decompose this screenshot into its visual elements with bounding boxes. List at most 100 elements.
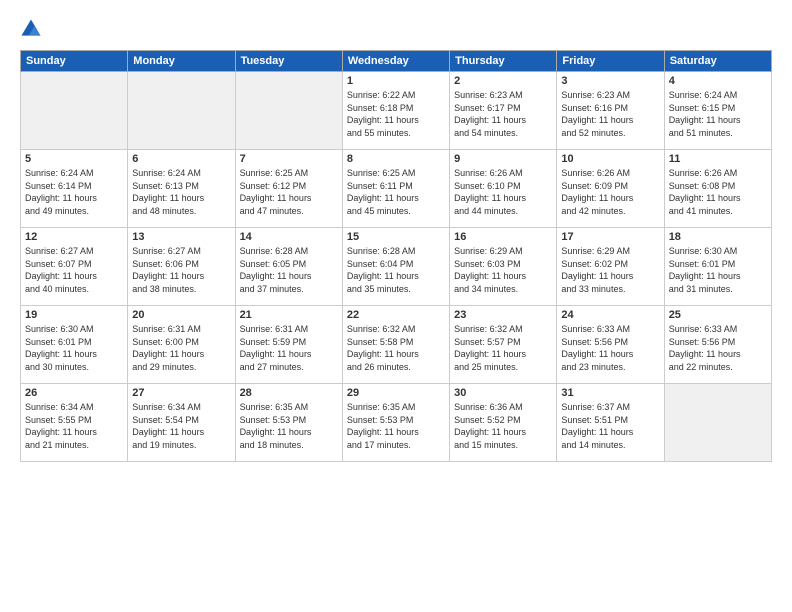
day-number: 15 xyxy=(347,231,445,243)
day-number: 18 xyxy=(669,231,767,243)
day-number: 23 xyxy=(454,309,552,321)
day-number: 30 xyxy=(454,387,552,399)
day-number: 1 xyxy=(347,75,445,87)
day-number: 12 xyxy=(25,231,123,243)
day-number: 7 xyxy=(240,153,338,165)
day-number: 27 xyxy=(132,387,230,399)
day-number: 25 xyxy=(669,309,767,321)
day-number: 2 xyxy=(454,75,552,87)
table-row: 2 Sunrise: 6:23 AM Sunset: 6:17 PM Daylig… xyxy=(450,72,557,150)
table-row: 16 Sunrise: 6:29 AM Sunset: 6:03 PM Dayli… xyxy=(450,228,557,306)
cell-info: Sunrise: 6:26 AM Sunset: 6:10 PM Dayligh… xyxy=(454,167,552,217)
calendar-header-row: Sunday Monday Tuesday Wednesday Thursday… xyxy=(21,51,772,72)
table-row: 24 Sunrise: 6:33 AM Sunset: 5:56 PM Dayli… xyxy=(557,306,664,384)
cell-info: Sunrise: 6:35 AM Sunset: 5:53 PM Dayligh… xyxy=(347,401,445,451)
table-row: 13 Sunrise: 6:27 AM Sunset: 6:06 PM Dayli… xyxy=(128,228,235,306)
table-row: 20 Sunrise: 6:31 AM Sunset: 6:00 PM Dayli… xyxy=(128,306,235,384)
table-row: 7 Sunrise: 6:25 AM Sunset: 6:12 PM Daylig… xyxy=(235,150,342,228)
cell-info: Sunrise: 6:28 AM Sunset: 6:05 PM Dayligh… xyxy=(240,245,338,295)
day-number: 29 xyxy=(347,387,445,399)
cell-info: Sunrise: 6:26 AM Sunset: 6:08 PM Dayligh… xyxy=(669,167,767,217)
table-row: 29 Sunrise: 6:35 AM Sunset: 5:53 PM Dayli… xyxy=(342,384,449,462)
table-row: 31Sunrise: 6:37 AM Sunset: 5:51 PM Dayli… xyxy=(557,384,664,462)
cell-info: Sunrise: 6:30 AM Sunset: 6:01 PM Dayligh… xyxy=(669,245,767,295)
calendar-week-row: 1 Sunrise: 6:22 AM Sunset: 6:18 PM Daylig… xyxy=(21,72,772,150)
cell-info: Sunrise: 6:36 AM Sunset: 5:52 PM Dayligh… xyxy=(454,401,552,451)
calendar-table: Sunday Monday Tuesday Wednesday Thursday… xyxy=(20,50,772,462)
table-row: 18 Sunrise: 6:30 AM Sunset: 6:01 PM Dayli… xyxy=(664,228,771,306)
cell-info: Sunrise: 6:29 AM Sunset: 6:03 PM Dayligh… xyxy=(454,245,552,295)
cell-info: Sunrise: 6:25 AM Sunset: 6:12 PM Dayligh… xyxy=(240,167,338,217)
calendar-week-row: 5Sunrise: 6:24 AM Sunset: 6:14 PM Daylig… xyxy=(21,150,772,228)
table-row: 4 Sunrise: 6:24 AM Sunset: 6:15 PM Daylig… xyxy=(664,72,771,150)
cell-info: Sunrise: 6:31 AM Sunset: 6:00 PM Dayligh… xyxy=(132,323,230,373)
col-wednesday: Wednesday xyxy=(342,51,449,72)
cell-info: Sunrise: 6:30 AM Sunset: 6:01 PM Dayligh… xyxy=(25,323,123,373)
cell-info: Sunrise: 6:34 AM Sunset: 5:55 PM Dayligh… xyxy=(25,401,123,451)
col-tuesday: Tuesday xyxy=(235,51,342,72)
day-number: 22 xyxy=(347,309,445,321)
table-row xyxy=(235,72,342,150)
table-row: 3 Sunrise: 6:23 AM Sunset: 6:16 PM Daylig… xyxy=(557,72,664,150)
table-row xyxy=(664,384,771,462)
table-row: 21 Sunrise: 6:31 AM Sunset: 5:59 PM Dayli… xyxy=(235,306,342,384)
cell-info: Sunrise: 6:24 AM Sunset: 6:14 PM Dayligh… xyxy=(25,167,123,217)
table-row: 14 Sunrise: 6:28 AM Sunset: 6:05 PM Dayli… xyxy=(235,228,342,306)
cell-info: Sunrise: 6:27 AM Sunset: 6:07 PM Dayligh… xyxy=(25,245,123,295)
col-monday: Monday xyxy=(128,51,235,72)
cell-info: Sunrise: 6:28 AM Sunset: 6:04 PM Dayligh… xyxy=(347,245,445,295)
cell-info: Sunrise: 6:35 AM Sunset: 5:53 PM Dayligh… xyxy=(240,401,338,451)
day-number: 3 xyxy=(561,75,659,87)
table-row: 15 Sunrise: 6:28 AM Sunset: 6:04 PM Dayli… xyxy=(342,228,449,306)
table-row xyxy=(128,72,235,150)
day-number: 21 xyxy=(240,309,338,321)
cell-info: Sunrise: 6:23 AM Sunset: 6:16 PM Dayligh… xyxy=(561,89,659,139)
day-number: 14 xyxy=(240,231,338,243)
day-number: 20 xyxy=(132,309,230,321)
day-number: 31 xyxy=(561,387,659,399)
cell-info: Sunrise: 6:26 AM Sunset: 6:09 PM Dayligh… xyxy=(561,167,659,217)
cell-info: Sunrise: 6:24 AM Sunset: 6:13 PM Dayligh… xyxy=(132,167,230,217)
table-row: 9Sunrise: 6:26 AM Sunset: 6:10 PM Daylig… xyxy=(450,150,557,228)
table-row: 6 Sunrise: 6:24 AM Sunset: 6:13 PM Daylig… xyxy=(128,150,235,228)
col-saturday: Saturday xyxy=(664,51,771,72)
table-row: 22Sunrise: 6:32 AM Sunset: 5:58 PM Dayli… xyxy=(342,306,449,384)
cell-info: Sunrise: 6:24 AM Sunset: 6:15 PM Dayligh… xyxy=(669,89,767,139)
col-thursday: Thursday xyxy=(450,51,557,72)
cell-info: Sunrise: 6:27 AM Sunset: 6:06 PM Dayligh… xyxy=(132,245,230,295)
day-number: 10 xyxy=(561,153,659,165)
cell-info: Sunrise: 6:23 AM Sunset: 6:17 PM Dayligh… xyxy=(454,89,552,139)
table-row: 11Sunrise: 6:26 AM Sunset: 6:08 PM Dayli… xyxy=(664,150,771,228)
cell-info: Sunrise: 6:22 AM Sunset: 6:18 PM Dayligh… xyxy=(347,89,445,139)
calendar-week-row: 12 Sunrise: 6:27 AM Sunset: 6:07 PM Dayli… xyxy=(21,228,772,306)
day-number: 13 xyxy=(132,231,230,243)
cell-info: Sunrise: 6:25 AM Sunset: 6:11 PM Dayligh… xyxy=(347,167,445,217)
cell-info: Sunrise: 6:32 AM Sunset: 5:57 PM Dayligh… xyxy=(454,323,552,373)
table-row: 10 Sunrise: 6:26 AM Sunset: 6:09 PM Dayli… xyxy=(557,150,664,228)
day-number: 4 xyxy=(669,75,767,87)
cell-info: Sunrise: 6:31 AM Sunset: 5:59 PM Dayligh… xyxy=(240,323,338,373)
calendar-week-row: 26Sunrise: 6:34 AM Sunset: 5:55 PM Dayli… xyxy=(21,384,772,462)
day-number: 6 xyxy=(132,153,230,165)
table-row: 30 Sunrise: 6:36 AM Sunset: 5:52 PM Dayli… xyxy=(450,384,557,462)
day-number: 24 xyxy=(561,309,659,321)
logo-icon xyxy=(20,18,42,40)
table-row: 27 Sunrise: 6:34 AM Sunset: 5:54 PM Dayli… xyxy=(128,384,235,462)
cell-info: Sunrise: 6:33 AM Sunset: 5:56 PM Dayligh… xyxy=(561,323,659,373)
day-number: 16 xyxy=(454,231,552,243)
table-row: 19 Sunrise: 6:30 AM Sunset: 6:01 PM Dayli… xyxy=(21,306,128,384)
cell-info: Sunrise: 6:33 AM Sunset: 5:56 PM Dayligh… xyxy=(669,323,767,373)
cell-info: Sunrise: 6:34 AM Sunset: 5:54 PM Dayligh… xyxy=(132,401,230,451)
table-row: 26Sunrise: 6:34 AM Sunset: 5:55 PM Dayli… xyxy=(21,384,128,462)
table-row: 25 Sunrise: 6:33 AM Sunset: 5:56 PM Dayli… xyxy=(664,306,771,384)
table-row: 23 Sunrise: 6:32 AM Sunset: 5:57 PM Dayli… xyxy=(450,306,557,384)
day-number: 19 xyxy=(25,309,123,321)
table-row: 1 Sunrise: 6:22 AM Sunset: 6:18 PM Daylig… xyxy=(342,72,449,150)
table-row: 8 Sunrise: 6:25 AM Sunset: 6:11 PM Daylig… xyxy=(342,150,449,228)
table-row: 28Sunrise: 6:35 AM Sunset: 5:53 PM Dayli… xyxy=(235,384,342,462)
table-row: 17Sunrise: 6:29 AM Sunset: 6:02 PM Dayli… xyxy=(557,228,664,306)
logo xyxy=(20,18,46,40)
table-row xyxy=(21,72,128,150)
table-row: 12 Sunrise: 6:27 AM Sunset: 6:07 PM Dayli… xyxy=(21,228,128,306)
day-number: 8 xyxy=(347,153,445,165)
